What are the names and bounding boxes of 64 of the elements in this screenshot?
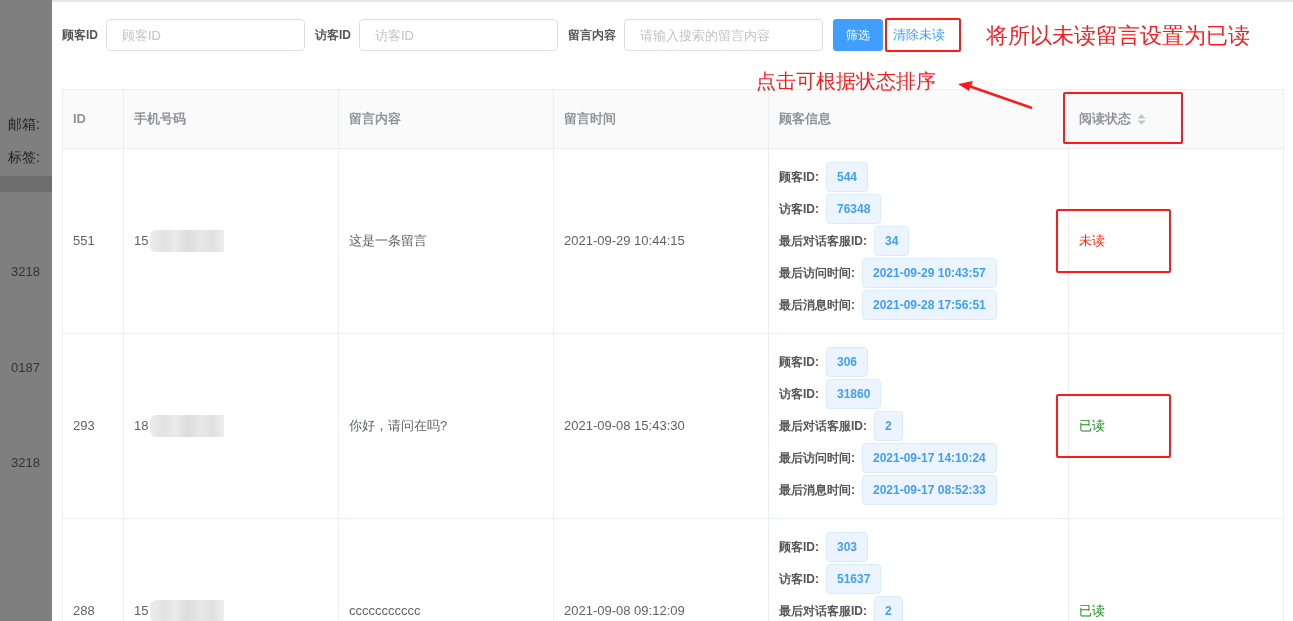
- info-label: 最后访问时间:: [779, 450, 855, 467]
- info-label: 访客ID:: [779, 386, 819, 403]
- column-header: 顾客信息: [779, 111, 831, 127]
- background-number: 3218: [11, 454, 40, 472]
- column-header: 手机号码: [134, 111, 186, 127]
- info-tag: 2: [874, 411, 903, 441]
- sort-icon[interactable]: [1137, 113, 1146, 127]
- table-cell: ccccccccccc: [349, 603, 421, 619]
- info-tag: 31860: [826, 379, 882, 409]
- table-cell: 2021-09-08 09:12:09: [564, 603, 685, 619]
- read-status: 已读: [1079, 418, 1105, 434]
- table-cell: 这是一条留言: [349, 233, 427, 249]
- input-field[interactable]: 顾客ID: [106, 19, 305, 51]
- info-label: 最后对话客服ID:: [779, 233, 867, 250]
- table-cell-text: 15: [134, 232, 149, 251]
- background-band: [0, 176, 52, 192]
- info-tag: 2021-09-17 08:52:33: [862, 475, 997, 505]
- filter-label: 顾客ID: [62, 27, 98, 44]
- info-tag: 303: [826, 532, 869, 562]
- info-label: 顾客ID:: [779, 539, 819, 556]
- info-tag: 2: [874, 596, 903, 621]
- info-label: 最后消息时间:: [779, 482, 855, 499]
- info-tag: 34: [874, 226, 910, 256]
- read-status: 未读: [1079, 233, 1105, 249]
- table-cell: 2021-09-29 10:44:15: [564, 233, 685, 249]
- info-tag: 306: [826, 347, 869, 377]
- background-number: 3218: [11, 263, 40, 281]
- info-tag: 544: [826, 162, 869, 192]
- background-number: 0187: [11, 358, 40, 377]
- annotation-text: 将所以未读留言设置为已读: [986, 22, 1250, 50]
- table-cell: 293: [73, 418, 95, 434]
- background-label: 标签:: [8, 148, 40, 167]
- info-label: 访客ID:: [779, 201, 819, 218]
- filter-label: 访客ID: [315, 27, 351, 44]
- annotation-text: 点击可根据状态排序: [756, 69, 936, 94]
- table-cell: 288: [73, 603, 95, 619]
- info-label: 最后对话客服ID:: [779, 603, 867, 620]
- info-label: 最后对话客服ID:: [779, 418, 867, 435]
- info-label: 最后访问时间:: [779, 265, 855, 282]
- filter-button[interactable]: 筛选: [833, 19, 883, 51]
- background-label: 邮箱:: [8, 115, 40, 134]
- table-cell: 你好，请问在吗?: [349, 418, 448, 434]
- info-tag: 2021-09-29 10:43:57: [862, 258, 997, 288]
- clear-unread-button[interactable]: 清除未读: [885, 18, 961, 52]
- table-cell-text: 18: [134, 417, 149, 436]
- column-header: 留言内容: [349, 111, 401, 127]
- table-cell: 551: [73, 233, 95, 249]
- info-label: 顾客ID:: [779, 354, 819, 371]
- info-tag: 2021-09-28 17:56:51: [862, 290, 997, 320]
- column-header: ID: [73, 111, 86, 127]
- input-field[interactable]: 请输入搜索的留言内容: [624, 19, 823, 51]
- filter-label: 留言内容: [568, 27, 616, 44]
- table-cell-text: 15: [134, 602, 149, 621]
- input-field[interactable]: 访客ID: [359, 19, 558, 51]
- info-tag: 76348: [826, 194, 882, 224]
- info-label: 顾客ID:: [779, 169, 819, 186]
- table-cell: 2021-09-08 15:43:30: [564, 418, 685, 434]
- info-label: 最后消息时间:: [779, 297, 855, 314]
- info-tag: 51637: [826, 564, 882, 594]
- info-label: 访客ID:: [779, 571, 819, 588]
- info-tag: 2021-09-17 14:10:24: [862, 443, 997, 473]
- column-header: 留言时间: [564, 111, 616, 127]
- column-header[interactable]: 阅读状态: [1079, 111, 1131, 127]
- read-status: 已读: [1079, 603, 1105, 619]
